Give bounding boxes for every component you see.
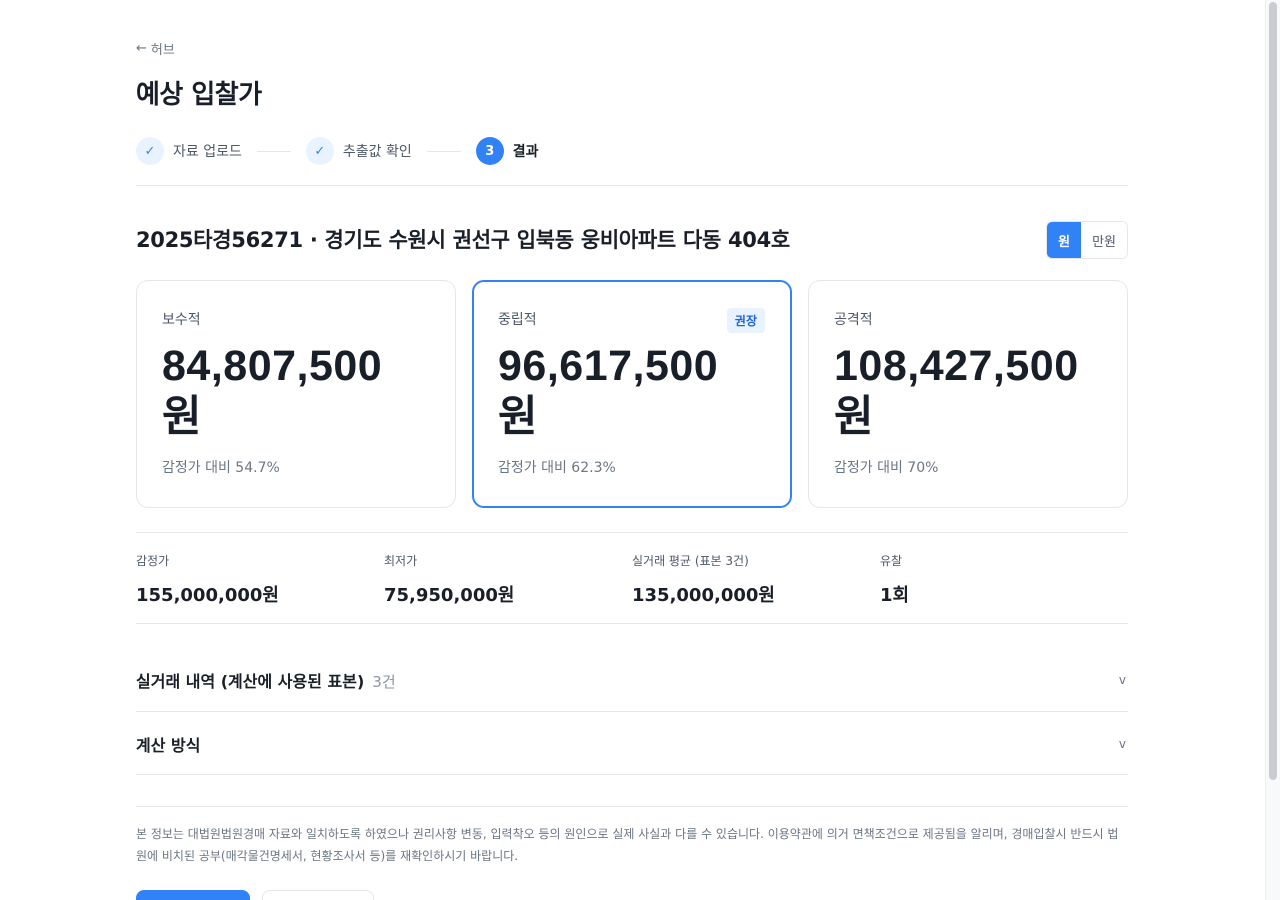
check-icon: ✓ [136, 137, 164, 165]
amount-value: 108,427,500 [834, 342, 1079, 390]
accordion-calculation[interactable]: 계산 방식 v [136, 732, 1128, 756]
amount-unit: 원 [498, 392, 539, 442]
divider [136, 806, 1128, 807]
step-result: 3 결과 [475, 137, 539, 165]
stat-value: 135,000,000원 [632, 585, 775, 606]
amount-value: 84,807,500 [162, 342, 383, 390]
amount-unit: 원 [162, 392, 203, 442]
accordion-transactions[interactable]: 실거래 내역 (계산에 사용된 표본) 3건 v [136, 668, 1128, 692]
step-label: 결과 [512, 144, 539, 160]
card-amount: 108,427,500 원 [834, 341, 1103, 443]
stat-label: 감정가 [136, 554, 170, 568]
divider [136, 623, 1128, 624]
stat-label: 유찰 [880, 554, 903, 568]
step-upload[interactable]: ✓ 자료 업로드 [136, 137, 242, 165]
secondary-action-button[interactable] [262, 890, 374, 900]
case-title: 2025타경56271 · 경기도 수원시 권선구 입북동 웅비아파트 다동 4… [136, 228, 790, 252]
bid-cards: 보수적 84,807,500 원 감정가 대비 54.7% 중립적 권장 96,6… [136, 280, 1128, 508]
stat-failed-bids: 유찰 1회 [880, 552, 1128, 607]
bid-card-aggressive: 공격적 108,427,500 원 감정가 대비 70% [808, 280, 1128, 508]
bid-card-conservative: 보수적 84,807,500 원 감정가 대비 54.7% [136, 280, 456, 508]
stat-value: 75,950,000원 [384, 585, 515, 606]
amount-value: 96,617,500 [498, 342, 719, 390]
stat-label: 실거래 평균 (표본 3건) [632, 554, 749, 568]
step-label: 자료 업로드 [173, 144, 242, 160]
back-to-hub-link[interactable]: ← 허브 [136, 39, 175, 58]
step-label: 추출값 확인 [342, 144, 412, 160]
chevron-down-icon: v [1118, 737, 1126, 751]
unit-toggle: 원 만원 [1046, 221, 1128, 259]
unit-won-button[interactable]: 원 [1047, 222, 1082, 258]
card-label: 공격적 [834, 312, 873, 328]
stat-value: 155,000,000원 [136, 585, 279, 606]
card-amount: 84,807,500 원 [162, 341, 431, 443]
card-ratio: 감정가 대비 62.3% [498, 460, 616, 476]
card-ratio: 감정가 대비 54.7% [162, 460, 280, 476]
stats-row: 감정가 155,000,000원 최저가 75,950,000원 실거래 평균 … [136, 552, 1128, 607]
stat-value: 1회 [880, 585, 910, 606]
card-ratio: 감정가 대비 70% [834, 460, 939, 476]
primary-action-button[interactable] [136, 890, 250, 900]
stepper: ✓ 자료 업로드 ✓ 추출값 확인 3 결과 [136, 137, 538, 165]
divider [136, 774, 1128, 775]
stat-appraisal: 감정가 155,000,000원 [136, 552, 384, 607]
divider [136, 711, 1128, 712]
bid-card-neutral: 중립적 권장 96,617,500 원 감정가 대비 62.3% [472, 280, 792, 508]
card-label: 보수적 [162, 312, 201, 328]
disclaimer-text: 본 정보는 대법원법원경매 자료와 일치하도록 하였으나 권리사항 변동, 입력… [136, 827, 1119, 863]
check-icon: ✓ [305, 137, 334, 165]
amount-unit: 원 [834, 392, 875, 442]
step-connector [256, 150, 291, 152]
scrollbar-thumb[interactable] [1269, 2, 1277, 780]
card-amount: 96,617,500 원 [498, 341, 767, 443]
divider [136, 532, 1128, 533]
arrow-left-icon: ← [136, 41, 147, 56]
page-title: 예상 입찰가 [136, 80, 262, 110]
stat-minimum: 최저가 75,950,000원 [384, 552, 632, 607]
accordion-title: 실거래 내역 (계산에 사용된 표본) [136, 672, 365, 691]
chevron-down-icon: v [1118, 673, 1126, 687]
accordion-heading: 실거래 내역 (계산에 사용된 표본) 3건 [136, 668, 396, 692]
step-verify[interactable]: ✓ 추출값 확인 [305, 137, 412, 165]
step-connector [426, 150, 461, 152]
divider [136, 185, 1128, 186]
stat-label: 최저가 [384, 554, 418, 568]
accordion-heading: 계산 방식 [136, 732, 200, 756]
step-number: 3 [475, 137, 504, 165]
recommended-badge: 권장 [726, 308, 765, 333]
accordion-title: 계산 방식 [136, 736, 201, 755]
page-scrollbar[interactable] [1265, 0, 1280, 900]
unit-manwon-button[interactable]: 만원 [1081, 222, 1127, 258]
accordion-count: 3건 [372, 673, 396, 691]
stat-transaction-average: 실거래 평균 (표본 3건) 135,000,000원 [632, 552, 880, 607]
back-link-label: 허브 [150, 43, 175, 58]
